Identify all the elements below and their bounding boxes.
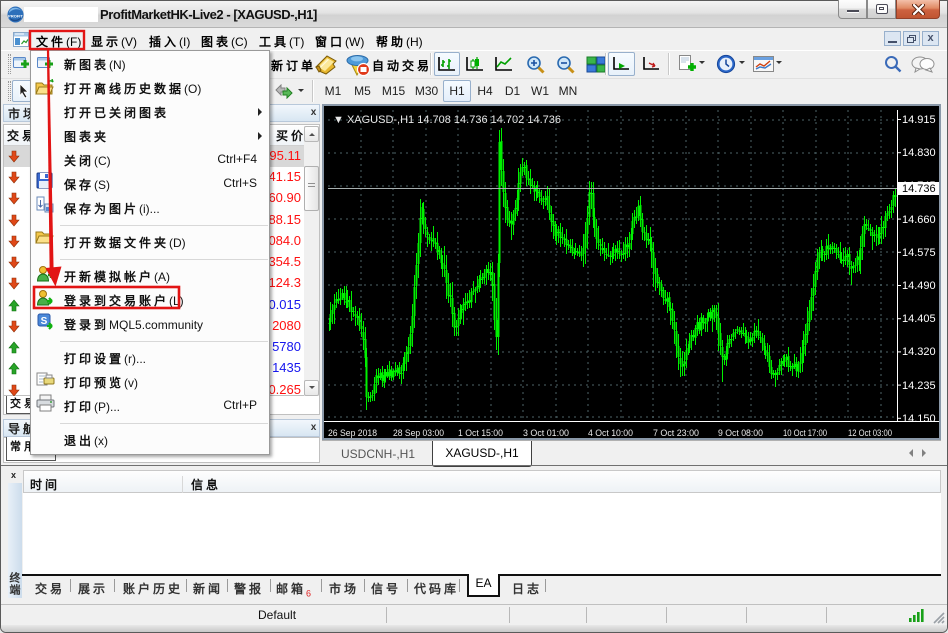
svg-text:26 Sep 2018: 26 Sep 2018 — [328, 428, 377, 438]
svg-text:14.235: 14.235 — [902, 380, 936, 392]
svg-text:14.915: 14.915 — [902, 114, 936, 126]
svg-text:9 Oct 08:00: 9 Oct 08:00 — [718, 428, 763, 438]
svg-text:14.830: 14.830 — [902, 147, 936, 159]
svg-text:7 Oct 23:00: 7 Oct 23:00 — [653, 428, 699, 438]
svg-text:10 Oct 17:00: 10 Oct 17:00 — [783, 428, 827, 438]
svg-text:S: S — [41, 316, 48, 327]
svg-text:3 Oct 01:00: 3 Oct 01:00 — [523, 428, 569, 438]
svg-text:PROFIT: PROFIT — [8, 14, 23, 19]
svg-text:28 Sep 03:00: 28 Sep 03:00 — [393, 428, 444, 438]
svg-text:14.575: 14.575 — [902, 247, 936, 259]
svg-text:14.150: 14.150 — [902, 413, 936, 425]
svg-text:1 Oct 15:00: 1 Oct 15:00 — [458, 428, 503, 438]
svg-text:14.320: 14.320 — [902, 346, 936, 358]
svg-text:4 Oct 10:00: 4 Oct 10:00 — [588, 428, 633, 438]
svg-text:14.405: 14.405 — [902, 313, 936, 325]
svg-text:12 Oct 03:00: 12 Oct 03:00 — [848, 428, 892, 438]
svg-text:▼ XAGUSD-,H1 14.708 14.736 14: ▼ XAGUSD-,H1 14.708 14.736 14.702 14.736 — [333, 114, 561, 126]
svg-text:14.736: 14.736 — [902, 183, 936, 195]
svg-text:14.660: 14.660 — [902, 214, 936, 226]
svg-text:14.490: 14.490 — [902, 280, 936, 292]
